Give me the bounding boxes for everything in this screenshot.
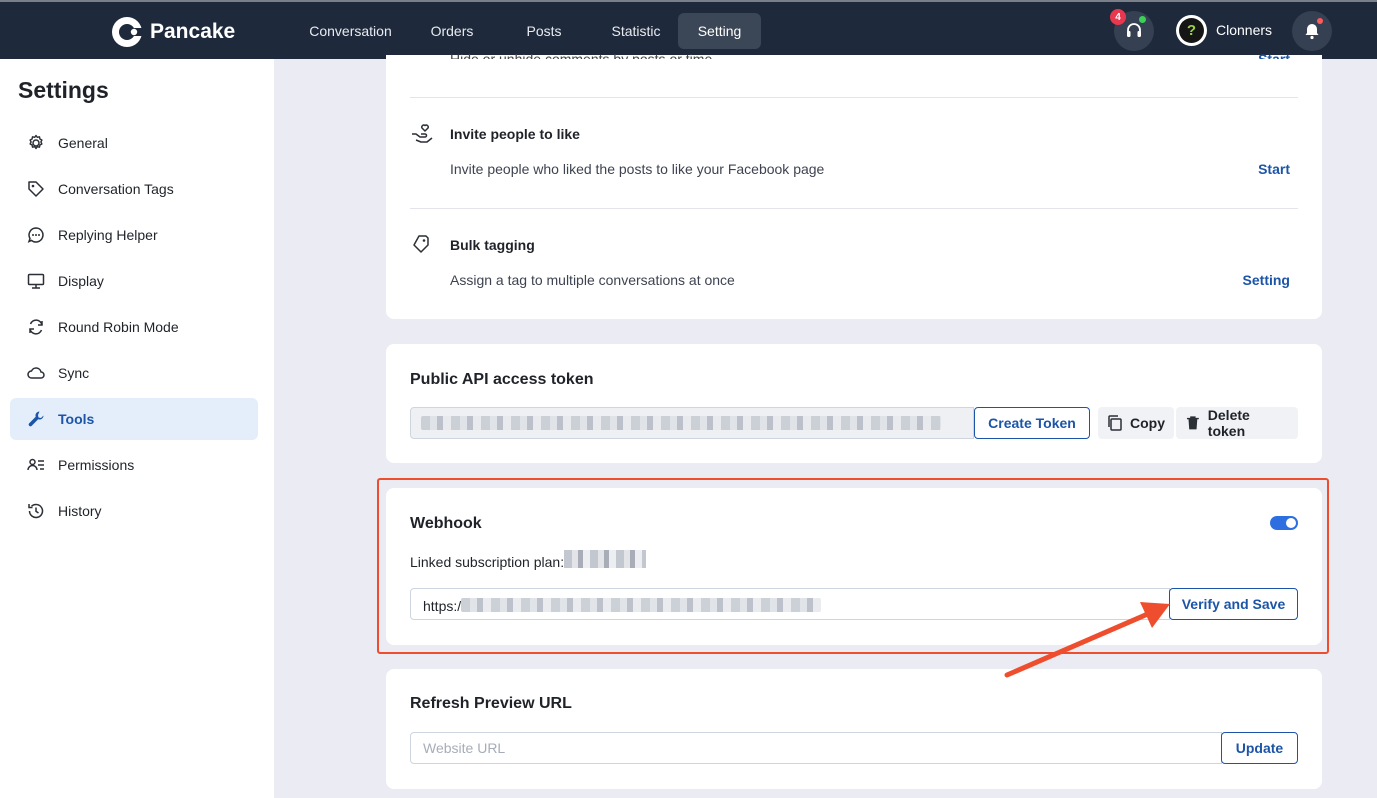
sidebar-item-round-robin[interactable]: Round Robin Mode [10,306,258,348]
user-list-icon [27,458,44,471]
avatar-letter: ? [1179,18,1204,43]
sidebar-item-label: History [58,503,102,519]
gear-icon [29,134,43,150]
sidebar-item-label: General [58,135,108,151]
main-nav: Conversation Orders Posts Statistic Sett… [291,13,761,49]
copy-icon [1108,415,1122,431]
bulk-tagging-desc: Assign a tag to multiple conversations a… [450,272,735,288]
sidebar-item-conversation-tags[interactable]: Conversation Tags [10,168,258,210]
history-icon [28,503,44,519]
tag-icon [28,181,44,197]
tools-card: Hide or unhide comments by posts or time… [386,51,1322,319]
bulk-tagging-title: Bulk tagging [450,237,535,253]
support-badge: 4 [1110,9,1126,25]
pancake-logo-icon [112,17,143,47]
annotation-arrow-icon [1004,602,1170,678]
api-token-card: Public API access token Create Token Cop… [386,344,1322,463]
monitor-icon [27,273,45,289]
nav-posts[interactable]: Posts [494,13,594,49]
cloud-icon [27,367,45,379]
sidebar-item-tools[interactable]: Tools [10,398,258,440]
delete-label: Delete token [1207,407,1250,439]
sidebar-item-label: Tools [58,411,95,427]
chat-bubble-icon [27,227,44,243]
sidebar-item-permissions[interactable]: Permissions [10,444,258,486]
settings-sidebar: Settings General Conversation Tags Reply… [0,59,274,798]
sidebar-item-label: Conversation Tags [58,181,174,197]
sidebar-item-label: Round Robin Mode [58,319,179,335]
headset-icon [1127,23,1141,37]
divider [410,208,1298,209]
sidebar-item-label: Display [58,273,104,289]
hide-comments-start-link[interactable]: Start [1258,51,1290,59]
refresh-preview-title: Refresh Preview URL [410,695,572,712]
logo-text: Pancake [150,20,236,43]
nav-orders[interactable]: Orders [410,13,494,49]
support-button[interactable]: 4 [1110,9,1154,51]
website-url-input[interactable] [410,732,1222,764]
bulk-tagging-setting-link[interactable]: Setting [1243,272,1290,288]
online-status-dot [1139,16,1146,23]
avatar[interactable]: ? [1176,15,1207,46]
divider [410,97,1298,98]
sidebar-item-general[interactable]: General [10,122,258,164]
update-button[interactable]: Update [1221,732,1298,764]
pancake-logo[interactable]: Pancake [110,15,235,49]
notifications-button[interactable] [1292,11,1332,51]
sidebar-item-replying-helper[interactable]: Replying Helper [10,214,258,256]
copy-token-button[interactable]: Copy [1098,407,1174,439]
refresh-icon [29,319,43,335]
username[interactable]: Clonners [1216,22,1272,38]
sidebar-item-display[interactable]: Display [10,260,258,302]
hide-comments-desc: Hide or unhide comments by posts or time [450,51,713,59]
sidebar-title: Settings [18,77,109,103]
invite-start-link[interactable]: Start [1258,161,1290,177]
create-token-button[interactable]: Create Token [974,407,1090,439]
sidebar-item-label: Sync [58,365,90,381]
copy-label: Copy [1130,415,1165,431]
sidebar-item-sync[interactable]: Sync [10,352,258,394]
nav-conversation[interactable]: Conversation [291,13,410,49]
sidebar-item-history[interactable]: History [10,490,258,532]
bell-icon [1305,24,1319,40]
notification-dot [1317,18,1323,24]
api-token-field[interactable] [410,407,974,439]
wrench-icon [28,411,44,427]
nav-setting[interactable]: Setting [678,13,761,49]
trash-icon [1186,416,1199,430]
tags-icon [413,235,429,253]
sidebar-item-label: Permissions [58,457,135,473]
invite-title: Invite people to like [450,126,580,142]
redacted-token [421,416,941,430]
delete-token-button[interactable]: Delete token [1176,407,1298,439]
api-token-title: Public API access token [410,371,594,388]
hand-heart-icon [412,124,433,143]
invite-desc: Invite people who liked the posts to lik… [450,161,825,177]
nav-statistic[interactable]: Statistic [594,13,678,49]
sidebar-item-label: Replying Helper [58,227,158,243]
